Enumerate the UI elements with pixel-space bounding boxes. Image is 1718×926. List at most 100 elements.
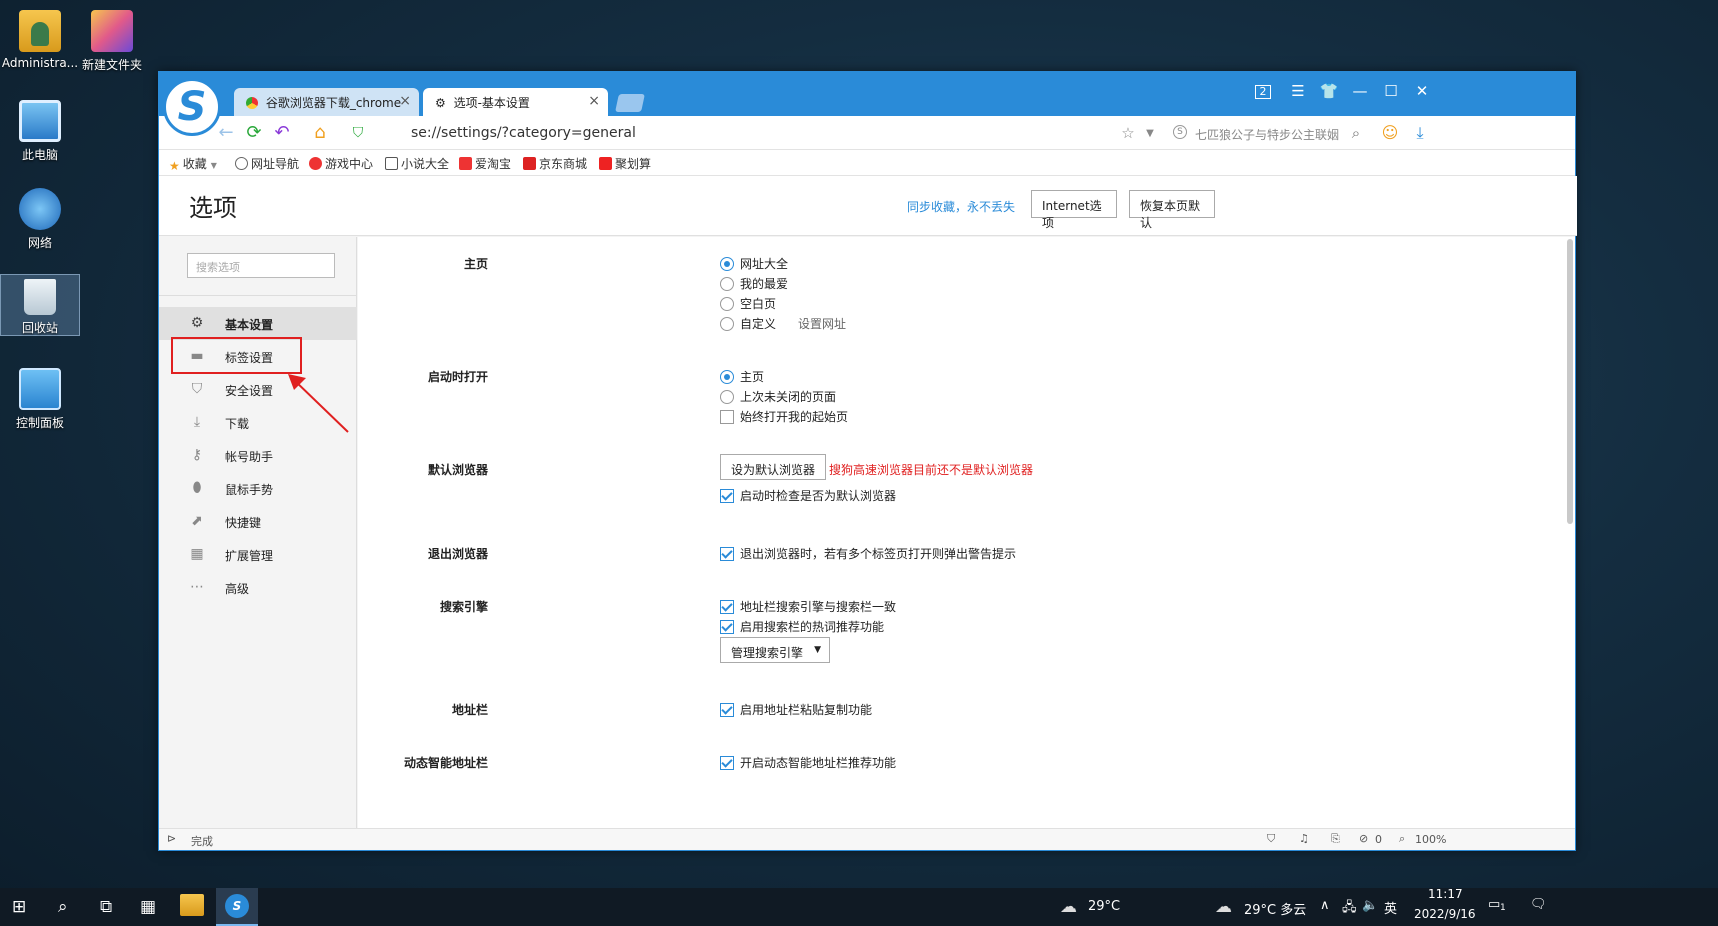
sidebar-item-advanced[interactable]: ⋯ 高级 xyxy=(159,571,357,604)
weather-temp[interactable]: 29°C xyxy=(1088,899,1120,914)
settings-main: 主页 网址大全 我的最爱 空白页 自定义 设置网址 启动时打开 主页 上次未关闭的… xyxy=(358,237,1575,828)
maximize-icon[interactable]: ☐ xyxy=(1380,82,1402,100)
apps-grid-icon[interactable]: ▦ xyxy=(140,897,156,917)
bookmark-taobao[interactable]: 爱淘宝 xyxy=(459,155,511,172)
file-explorer-icon[interactable] xyxy=(180,894,204,916)
set-default-browser-button[interactable]: 设为默认浏览器 xyxy=(720,454,827,480)
volume-icon[interactable]: 🔈 xyxy=(1362,898,1378,913)
clock-time[interactable]: 11:17 xyxy=(1428,887,1463,901)
download-icon[interactable]: ⤓ xyxy=(1409,123,1431,143)
startup-checkbox-start-page[interactable]: 始终打开我的起始页 xyxy=(720,408,848,425)
chevron-up-icon[interactable]: ∧ xyxy=(1320,898,1330,913)
exit-warning-checkbox[interactable]: 退出浏览器时，若有多个标签页打开则弹出警告提示 xyxy=(720,545,1016,562)
restore-defaults-button[interactable]: 恢复本页默认 xyxy=(1129,190,1215,230)
search-engine-sync-checkbox[interactable]: 地址栏搜索引擎与搜索栏一致 xyxy=(720,598,896,615)
network-icon[interactable]: 🖧 xyxy=(1342,898,1357,920)
default-browser-check-checkbox[interactable]: 启动时检查是否为默认浏览器 xyxy=(720,487,896,504)
clock-date[interactable]: 2022/9/16 xyxy=(1414,907,1476,921)
task-view-icon[interactable]: ⧉ xyxy=(100,897,112,917)
sogou-browser-taskbar-icon[interactable]: S xyxy=(216,888,258,926)
bookmark-novels[interactable]: 小说大全 xyxy=(385,155,449,172)
star-icon[interactable]: ☆ xyxy=(1117,124,1139,142)
screenshot-icon[interactable]: ⎘ xyxy=(1331,832,1340,846)
minimize-icon[interactable]: — xyxy=(1349,82,1371,100)
back-icon[interactable]: ← xyxy=(215,122,237,143)
mouse-icon: ⬮ xyxy=(192,480,202,496)
refresh-icon[interactable]: ⟳ xyxy=(243,122,265,143)
sidebar-item-account[interactable]: ⚷ 帐号助手 xyxy=(159,439,357,472)
zoom-icon[interactable]: ⌕ xyxy=(1399,832,1405,846)
set-url-link[interactable]: 设置网址 xyxy=(798,317,846,331)
sync-link[interactable]: 同步收藏，永不丢失 xyxy=(907,198,1015,215)
home-icon[interactable]: ⌂ xyxy=(309,122,331,143)
startup-option-home[interactable]: 主页 xyxy=(720,368,764,385)
close-icon[interactable]: ✕ xyxy=(1411,82,1433,100)
new-tab-button[interactable] xyxy=(615,94,645,112)
sidebar-item-shortcuts[interactable]: ⬈ 快捷键 xyxy=(159,505,357,538)
smart-bar-checkbox[interactable]: 开启动态智能地址栏推荐功能 xyxy=(720,754,896,771)
menu-icon[interactable]: ☰ xyxy=(1287,82,1309,100)
recycle-bin-icon xyxy=(24,279,56,315)
tab-settings[interactable]: ⚙ 选项-基本设置 × xyxy=(423,88,608,116)
sidebar-item-label: 高级 xyxy=(225,582,250,596)
address-paste-checkbox[interactable]: 启用地址栏粘贴复制功能 xyxy=(720,701,872,718)
bookmark-favorites[interactable]: ★ 收藏 ▼ xyxy=(169,155,217,173)
home-option-favorites[interactable]: 我的最爱 xyxy=(720,275,788,292)
checkbox-checked xyxy=(720,547,734,561)
desktop-icon-recycle-bin[interactable]: 回收站 xyxy=(0,274,80,336)
internet-options-button[interactable]: Internet选项 xyxy=(1031,190,1117,230)
weather-icon: ☁ xyxy=(1060,897,1077,917)
home-option-nav[interactable]: 网址大全 xyxy=(720,255,788,272)
emoji-icon[interactable]: ☺ xyxy=(1379,123,1401,142)
bookmarks-bar: ★ 收藏 ▼ 网址导航 游戏中心 小说大全 爱淘宝 京东商城 聚划算 xyxy=(159,150,1575,176)
manage-search-engines-button[interactable]: 管理搜索引擎 ▼ xyxy=(720,637,830,663)
desktop-icon-this-pc[interactable]: 此电脑 xyxy=(0,100,80,163)
home-option-blank[interactable]: 空白页 xyxy=(720,295,776,312)
settings-search-input[interactable]: 搜索选项 xyxy=(187,253,335,278)
search-box[interactable]: S 七匹狼公子与特步公主联姻 xyxy=(1165,121,1375,145)
desktop-icon-new-folder[interactable]: 新建文件夹 xyxy=(72,10,152,73)
windows-start-icon[interactable]: ⊞ xyxy=(12,897,26,917)
search-icon[interactable]: ⌕ xyxy=(58,897,68,917)
startup-option-last-session[interactable]: 上次未关闭的页面 xyxy=(720,388,836,405)
bookmark-nav[interactable]: 网址导航 xyxy=(235,155,299,172)
game-icon xyxy=(309,157,322,170)
address-bar: ← ⟳ ↶ ⌂ ⛉ se://settings/?category=genera… xyxy=(159,116,1575,150)
tab-count-icon[interactable]: 2 xyxy=(1255,85,1271,99)
section-label-startup: 启动时打开 xyxy=(427,370,488,384)
desktop-icon-label: 新建文件夹 xyxy=(81,58,142,72)
action-center-icon[interactable]: 🗨 xyxy=(1530,897,1547,912)
tab-close-icon[interactable]: × xyxy=(399,93,411,109)
notification-icon[interactable]: ▭ xyxy=(1488,897,1500,912)
zoom-level[interactable]: 100% xyxy=(1415,833,1446,846)
shield-icon[interactable]: ⛉ xyxy=(1267,832,1275,846)
undo-close-icon[interactable]: ↶ xyxy=(271,122,293,143)
weather-detail[interactable]: 29°C 多云 xyxy=(1244,899,1306,918)
bookmark-jd[interactable]: 京东商城 xyxy=(523,155,587,172)
desktop-icon-control-panel[interactable]: 控制面板 xyxy=(0,368,80,431)
chevron-down-icon[interactable]: ▼ xyxy=(1139,128,1161,139)
key-icon: ⚷ xyxy=(191,447,203,463)
adblock-icon[interactable]: ⊘ xyxy=(1359,832,1368,845)
tab-chrome-download[interactable]: 谷歌浏览器下载_chrome × xyxy=(234,88,419,116)
bookmark-juhuasuan[interactable]: 聚划算 xyxy=(599,155,651,172)
option-label: 启动时检查是否为默认浏览器 xyxy=(740,489,897,503)
ime-indicator[interactable]: 英 xyxy=(1384,898,1397,917)
sidebar-item-mouse-gesture[interactable]: ⬮ 鼠标手势 xyxy=(159,472,357,505)
gear-icon: ⚙ xyxy=(190,315,204,331)
scrollbar[interactable] xyxy=(1567,239,1573,524)
sidebar-item-basic[interactable]: ⚙ 基本设置 xyxy=(159,307,357,340)
magnifier-icon[interactable]: ⌕ xyxy=(1345,124,1367,142)
url-input[interactable]: se://settings/?category=general xyxy=(411,125,636,141)
chrome-favicon-icon xyxy=(246,97,258,109)
desktop-icon-network[interactable]: 网络 xyxy=(0,188,80,251)
skin-icon[interactable]: 👕 xyxy=(1318,82,1340,100)
bookmark-games[interactable]: 游戏中心 xyxy=(309,155,373,172)
tab-close-icon[interactable]: × xyxy=(588,93,600,109)
desktop-icon-admin[interactable]: Administra... xyxy=(0,10,80,70)
home-option-custom[interactable]: 自定义 设置网址 xyxy=(720,315,846,332)
volume-icon[interactable]: ♫ xyxy=(1299,832,1309,845)
sidebar-item-extensions[interactable]: ▦ 扩展管理 xyxy=(159,538,357,571)
sidebar-toggle-icon[interactable]: ⊳ xyxy=(167,832,176,845)
search-hotword-checkbox[interactable]: 启用搜索栏的热词推荐功能 xyxy=(720,618,884,635)
